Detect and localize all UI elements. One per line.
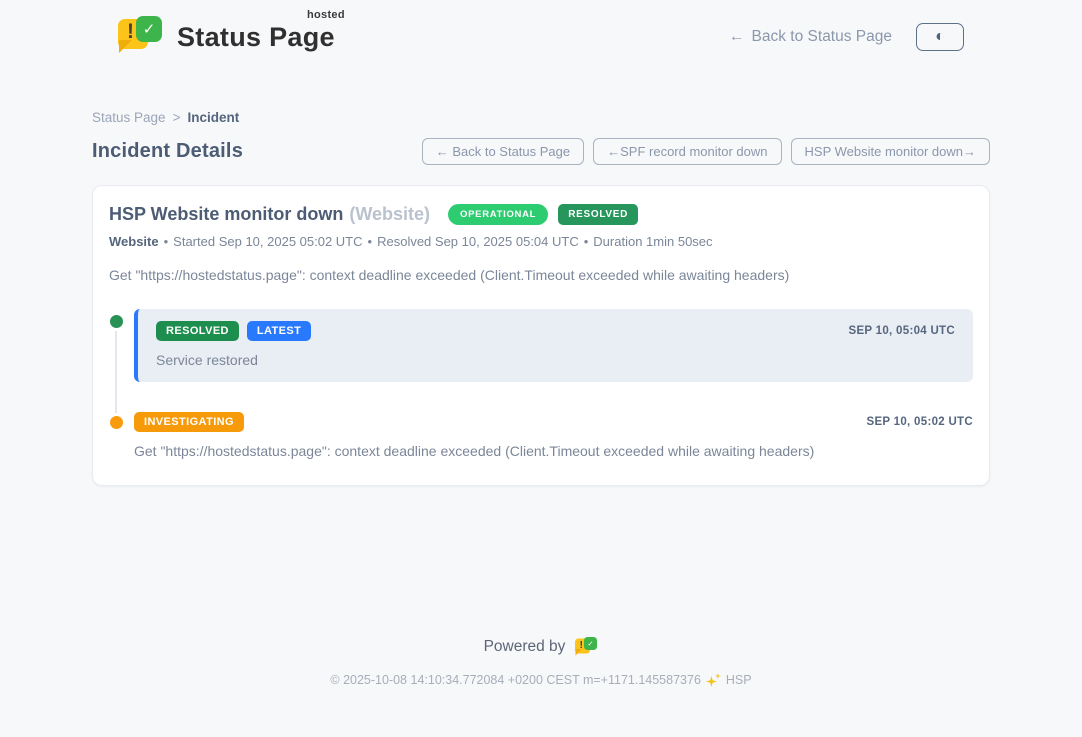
header-back-link-label: Back to Status Page <box>752 28 892 46</box>
powered-by-label: Powered by <box>484 638 566 656</box>
timeline-entry-investigating: INVESTIGATING SEP 10, 05:02 UTC Get "htt… <box>134 412 973 459</box>
copyright-text: © 2025-10-08 14:10:34.772084 +0200 CEST … <box>330 673 701 687</box>
timeline-badge-investigating: INVESTIGATING <box>134 412 244 432</box>
incident-card: HSP Website monitor down(Website) OPERAT… <box>92 185 990 486</box>
meta-duration: Duration 1min 50sec <box>593 234 712 249</box>
incident-title: HSP Website monitor down(Website) <box>109 204 430 225</box>
timeline-timestamp: SEP 10, 05:04 UTC <box>848 325 955 337</box>
timeline-entry-resolved: RESOLVED LATEST SEP 10, 05:04 UTC Servic… <box>134 309 973 382</box>
incident-nav-buttons: ← Back to Status Page ←SPF record monito… <box>422 138 990 165</box>
timeline-highlighted-box: RESOLVED LATEST SEP 10, 05:04 UTC Servic… <box>134 309 973 382</box>
footer: Powered by ! ✓ © 2025-10-08 14:10:34.772… <box>0 636 1082 687</box>
breadcrumb-separator: > <box>173 110 181 125</box>
meta-resolved: Resolved Sep 10, 2025 05:04 UTC <box>377 234 579 249</box>
copyright-brand: HSP <box>726 673 752 687</box>
incident-description: Get "https://hostedstatus.page": context… <box>109 267 973 283</box>
incident-timeline: RESOLVED LATEST SEP 10, 05:04 UTC Servic… <box>109 309 973 459</box>
meta-separator: • <box>368 234 373 249</box>
meta-started: Started Sep 10, 2025 05:02 UTC <box>173 234 362 249</box>
meta-separator: • <box>164 234 169 249</box>
next-incident-button[interactable]: HSP Website monitor down→ <box>791 138 990 165</box>
timeline-connector-line <box>115 331 117 424</box>
timeline-message: Service restored <box>156 352 955 368</box>
prev-incident-button[interactable]: ←SPF record monitor down <box>593 138 781 165</box>
meta-separator: • <box>584 234 589 249</box>
main-content: Status Page > Incident Incident Details … <box>92 110 990 486</box>
statuspage-logo-icon: ! ✓ <box>118 16 164 58</box>
breadcrumb-incident: Incident <box>187 110 239 125</box>
breadcrumb: Status Page > Incident <box>92 110 990 125</box>
timeline-badge-resolved: RESOLVED <box>156 321 239 341</box>
page-title: Incident Details <box>92 140 243 163</box>
footer-statuspage-logo-icon[interactable]: ! ✓ <box>575 636 598 658</box>
left-arrow-icon: ← <box>729 28 745 46</box>
meta-component: Website <box>109 234 159 249</box>
header: ! ✓ Status Pagehosted ← Back to Status P… <box>0 0 1082 58</box>
back-to-status-page-button[interactable]: ← Back to Status Page <box>422 138 584 165</box>
timeline-message: Get "https://hostedstatus.page": context… <box>134 443 973 459</box>
checkmark-icon: ✓ <box>136 16 162 42</box>
exclamation-icon: ! <box>127 20 134 44</box>
breadcrumb-status-page[interactable]: Status Page <box>92 110 166 125</box>
timeline-badge-latest: LATEST <box>247 321 311 341</box>
statuspage-logo[interactable]: ! ✓ Status Pagehosted <box>118 16 335 58</box>
header-back-link[interactable]: ← Back to Status Page <box>729 28 892 46</box>
status-badge-operational: OPERATIONAL <box>448 204 548 225</box>
timeline-dot-resolved <box>107 312 126 331</box>
sparkle-icon <box>706 673 721 687</box>
brand-name: Status Pagehosted <box>177 16 335 58</box>
checkmark-icon: ✓ <box>584 637 597 650</box>
incident-meta: Website • Started Sep 10, 2025 05:02 UTC • R… <box>109 234 973 249</box>
half-circle-icon: ◐ <box>935 28 945 46</box>
status-badge-resolved: RESOLVED <box>558 204 638 225</box>
powered-by: Powered by ! ✓ <box>0 636 1082 658</box>
incident-component: (Website) <box>349 204 430 224</box>
brand-superscript: hosted <box>307 10 345 21</box>
timeline-dot-investigating <box>107 413 126 432</box>
theme-toggle-button[interactable]: ◐ <box>916 23 964 51</box>
timeline-timestamp: SEP 10, 05:02 UTC <box>866 416 973 428</box>
copyright-line: © 2025-10-08 14:10:34.772084 +0200 CEST … <box>0 673 1082 687</box>
exclamation-icon: ! <box>580 639 584 651</box>
